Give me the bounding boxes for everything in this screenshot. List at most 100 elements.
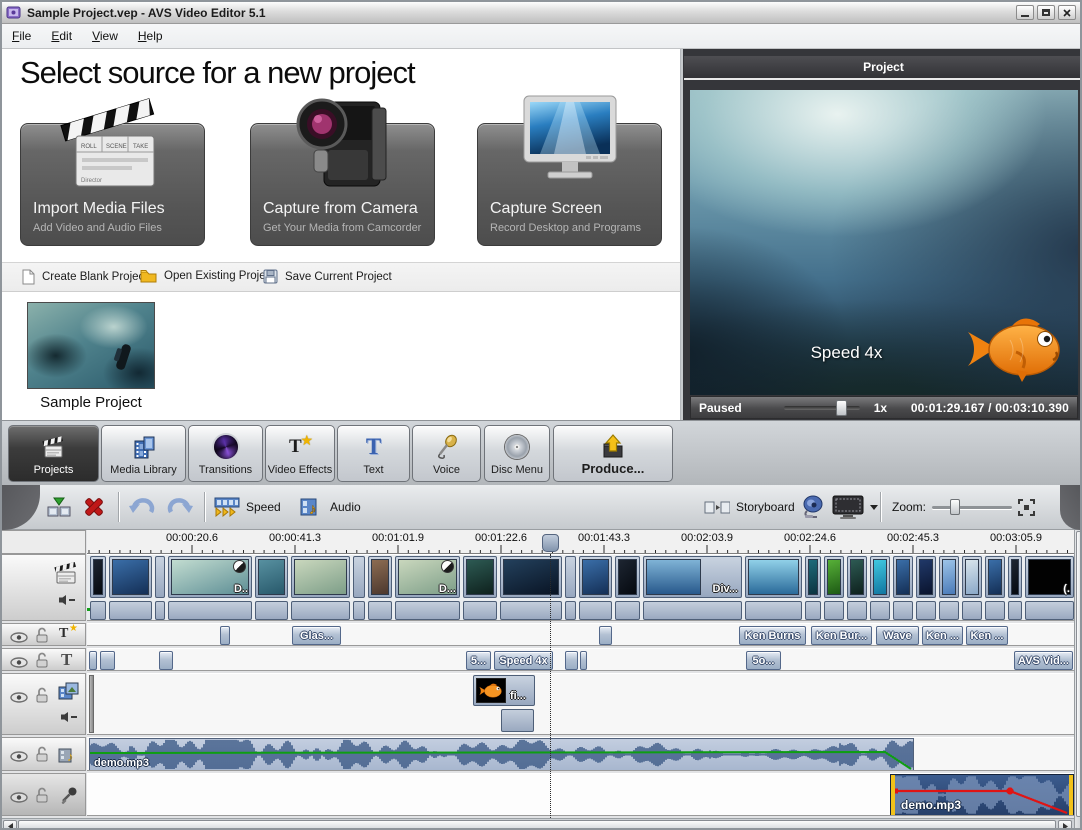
video-clip-footer[interactable] [824, 601, 844, 620]
video-clip[interactable] [368, 555, 392, 620]
effect-clip[interactable]: Ken Burns [739, 626, 806, 645]
video-clip-footer[interactable] [368, 601, 392, 620]
video-clip-footer[interactable] [847, 601, 867, 620]
scroll-thumb[interactable] [18, 820, 1056, 828]
audio-track-lane[interactable]: demo.mp3 [87, 737, 1075, 771]
delete-object-button[interactable] [82, 493, 106, 521]
voice-track-lane[interactable]: demo.mp3 [87, 773, 1075, 816]
overlay-clip-footer[interactable] [501, 709, 534, 732]
import-media-files-card[interactable]: ROLL SCENE TAKE Director Import Media Files… [20, 98, 205, 246]
video-clip-footer[interactable] [643, 601, 742, 620]
menu-file[interactable]: File [12, 29, 31, 43]
audio-track-header[interactable]: ♪ [2, 737, 86, 771]
video-clip-footer[interactable] [500, 601, 562, 620]
menu-view[interactable]: View [92, 29, 118, 43]
overlay-track-lane[interactable]: fi... [87, 673, 1075, 735]
video-clip-footer[interactable] [615, 601, 640, 620]
video-clip-footer[interactable] [939, 601, 959, 620]
text-clip[interactable] [89, 651, 97, 670]
video-clip[interactable] [962, 555, 982, 620]
tab-media-library[interactable]: Media Library [101, 425, 186, 482]
speed-button[interactable]: Speed [214, 493, 281, 521]
text-track-header[interactable]: T [2, 648, 86, 671]
video-clip-footer[interactable] [962, 601, 982, 620]
audio-mixer-button[interactable] [799, 493, 825, 521]
text-clip[interactable]: 5o... [746, 651, 781, 670]
vertical-scroll-thumb[interactable] [1076, 531, 1080, 817]
tab-produce[interactable]: Produce... [553, 425, 673, 482]
voice-clip-selected[interactable]: demo.mp3 [890, 774, 1074, 815]
effects-track-header[interactable]: T ★ [2, 623, 86, 646]
video-clip[interactable] [291, 555, 350, 620]
tab-projects[interactable]: Projects [8, 425, 99, 482]
clip-trim-handle-right[interactable] [1069, 775, 1073, 815]
text-clip[interactable]: Speed 4x [494, 651, 553, 670]
tab-transitions[interactable]: Transitions [188, 425, 263, 482]
video-clip[interactable] [500, 555, 562, 620]
redo-button[interactable] [166, 493, 194, 521]
video-clip[interactable] [353, 555, 365, 620]
audio-clip[interactable]: demo.mp3 [89, 738, 914, 770]
effect-clip[interactable] [599, 626, 612, 645]
video-clip-footer[interactable] [916, 601, 936, 620]
timeline-horizontal-scrollbar[interactable] [2, 818, 1074, 828]
menu-edit[interactable]: Edit [51, 29, 72, 43]
video-clip-footer[interactable] [463, 601, 497, 620]
video-clip[interactable] [1008, 555, 1022, 620]
zoom-slider-knob[interactable] [950, 498, 961, 515]
overlay-track-header[interactable] [2, 673, 86, 735]
eye-icon[interactable] [10, 655, 28, 673]
lock-icon[interactable] [35, 746, 49, 767]
audio-button[interactable]: ♪ Audio [300, 493, 361, 521]
video-clip-footer[interactable] [1008, 601, 1022, 620]
video-track-header[interactable] [2, 554, 86, 621]
video-clip[interactable] [824, 555, 844, 620]
video-clip[interactable] [805, 555, 821, 620]
close-button[interactable] [1058, 5, 1076, 20]
effect-clip[interactable] [220, 626, 230, 645]
video-clip-footer[interactable] [291, 601, 350, 620]
fit-timeline-icon[interactable] [1018, 498, 1036, 516]
video-clip[interactable]: (. [1025, 555, 1074, 620]
lock-icon[interactable] [35, 787, 49, 808]
playhead-handle[interactable] [542, 534, 559, 552]
voice-track-header[interactable] [2, 773, 86, 816]
video-clip-footer[interactable] [168, 601, 252, 620]
minimize-button[interactable] [1016, 5, 1034, 20]
timeline-ruler[interactable]: 00:00:20.6 00:00:41.3 00:01:01.9 00:01:22.6… [87, 530, 1075, 554]
text-track-lane[interactable]: 5... Speed 4x 5o... AVS Vid... [87, 648, 1075, 671]
create-blank-project-button[interactable]: Create Blank Project [22, 269, 147, 285]
eye-icon[interactable] [10, 790, 28, 808]
video-clip-footer[interactable] [893, 601, 913, 620]
video-clip[interactable] [939, 555, 959, 620]
video-clip-footer[interactable] [579, 601, 612, 620]
video-clip[interactable] [893, 555, 913, 620]
lock-icon[interactable] [35, 652, 49, 673]
video-clip[interactable] [847, 555, 867, 620]
video-clip-footer[interactable] [805, 601, 821, 620]
video-track-lane[interactable]: D.. D... Div... (. [87, 554, 1075, 621]
overlay-track-handle[interactable] [89, 675, 94, 733]
video-clip[interactable] [565, 555, 576, 620]
open-existing-project-button[interactable]: Open Existing Project [140, 269, 275, 283]
lock-icon[interactable] [35, 687, 49, 708]
video-clip-footer[interactable] [745, 601, 802, 620]
video-clip-footer[interactable] [870, 601, 890, 620]
video-clip-footer[interactable] [985, 601, 1005, 620]
tab-voice[interactable]: Voice [412, 425, 481, 482]
effect-clip[interactable]: Ken ... [922, 626, 963, 645]
clip-trim-handle-left[interactable] [891, 775, 895, 815]
text-clip[interactable] [159, 651, 173, 670]
preview-video-area[interactable]: Speed 4x [690, 90, 1078, 395]
eye-icon[interactable] [10, 690, 28, 708]
video-clip[interactable]: Div... [643, 555, 742, 620]
eye-icon[interactable] [10, 630, 28, 648]
video-clip[interactable] [985, 555, 1005, 620]
effect-clip[interactable]: Glas... [292, 626, 341, 645]
timeline-vertical-scrollbar[interactable] [1074, 530, 1080, 828]
video-clip[interactable] [916, 555, 936, 620]
save-current-project-button[interactable]: Save Current Project [263, 269, 392, 284]
effects-track-lane[interactable]: Glas... Ken Burns Ken Bur... Wave Ken ... Ken… [87, 623, 1075, 646]
video-clip-footer[interactable] [1025, 601, 1074, 620]
storyboard-toggle[interactable]: Storyboard [704, 493, 795, 521]
